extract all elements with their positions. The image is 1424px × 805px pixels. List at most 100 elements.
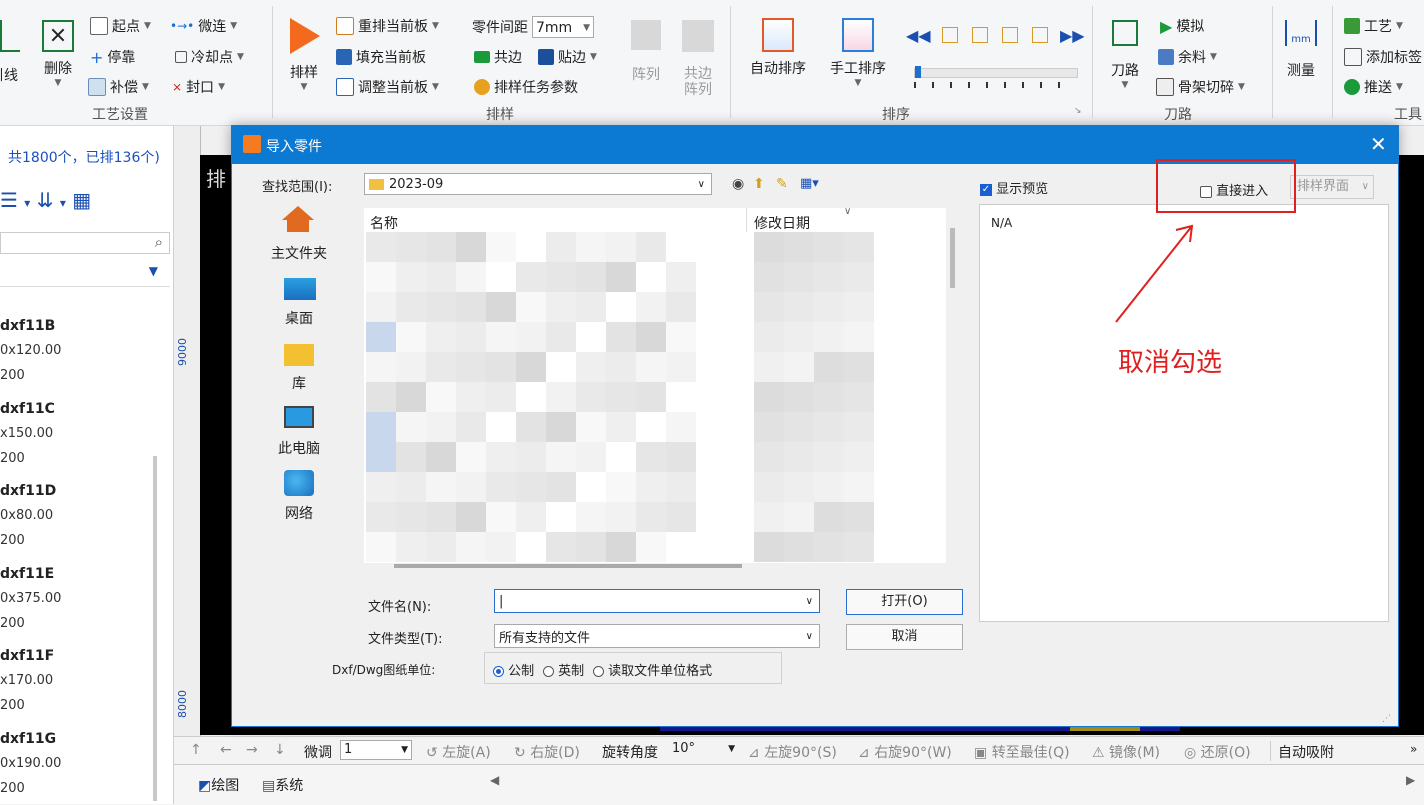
sort-list-dropdown-icon[interactable]: ▾	[24, 196, 30, 210]
measure-button[interactable]: mm 测量	[1280, 20, 1322, 80]
show-preview-checkbox[interactable]: ✓ 显示预览	[980, 178, 1048, 197]
tab-scroll-right-icon[interactable]: ▶	[1406, 773, 1415, 787]
auto-sort-button[interactable]: 自动排序	[744, 18, 812, 78]
filename-input[interactable]: | ∨	[494, 589, 820, 613]
task-params-button[interactable]: 排样任务参数	[474, 77, 578, 97]
home-icon[interactable]	[282, 206, 316, 240]
resize-grip-icon[interactable]: ⋰	[1382, 714, 1391, 724]
stick-edge-button[interactable]: 贴边 ▼	[538, 47, 597, 67]
seal-button[interactable]: ⨯ 封口 ▼	[172, 77, 225, 97]
simulate-button[interactable]: ▶ 模拟	[1160, 16, 1204, 36]
sort-slider-thumb[interactable]	[915, 66, 921, 78]
left-rotate-90-button[interactable]: ⊿ 左旋90°(S)	[748, 742, 837, 762]
network-icon[interactable]	[284, 470, 314, 496]
filetype-select[interactable]: 所有支持的文件 ∨	[494, 624, 820, 648]
move-right-icon[interactable]: →	[246, 742, 258, 758]
lead-line-button[interactable]: 引线	[0, 20, 22, 84]
sort-last-icon[interactable]: ▶▶	[1060, 26, 1085, 45]
push-button[interactable]: 推送 ▼	[1344, 77, 1403, 97]
tab-scroll-left-icon[interactable]: ◀	[490, 773, 499, 787]
desktop-icon[interactable]	[284, 278, 316, 300]
view-menu-icon[interactable]: ▦▾	[800, 176, 819, 191]
common-edge-array-button[interactable]: 共边 阵列	[678, 20, 718, 98]
place-desktop[interactable]: 桌面	[249, 308, 349, 328]
target-view-select[interactable]: 排样界面 ∨	[1290, 175, 1374, 199]
sort-move-down-icon[interactable]	[1002, 27, 1018, 43]
add-label-button[interactable]: 添加标签	[1344, 47, 1422, 67]
array-label: 阵列	[632, 67, 660, 83]
sort-prev-icon[interactable]	[942, 27, 958, 43]
adjust-current-button[interactable]: 调整当前板 ▼	[336, 77, 439, 97]
skeleton-cut-button[interactable]: 骨架切碎 ▼	[1156, 77, 1245, 97]
tab-system[interactable]: ▤系统	[262, 775, 303, 795]
part-filter-select[interactable]: ▼	[0, 262, 170, 286]
file-list-h-scrollbar[interactable]	[394, 564, 742, 568]
chevron-down-icon[interactable]: ▼	[149, 264, 158, 278]
compensation-button[interactable]: 补偿 ▼	[88, 77, 149, 97]
order-list-dropdown-icon[interactable]: ▾	[60, 196, 66, 210]
unit-imperial-radio[interactable]: 英制	[543, 660, 584, 679]
sort-next-icon[interactable]	[1032, 27, 1048, 43]
lookin-select[interactable]: 2023-09 ∨	[364, 173, 712, 195]
close-icon[interactable]: ✕	[1370, 132, 1387, 156]
to-best-button[interactable]: ▣ 转至最佳(Q)	[974, 742, 1070, 762]
craft-button[interactable]: 工艺 ▼	[1344, 16, 1403, 36]
part-spacing-select[interactable]: 7mm ▼	[532, 16, 594, 38]
array-button[interactable]: 阵列	[626, 20, 666, 84]
part-search-input[interactable]: ⌕	[0, 232, 170, 254]
place-this-pc[interactable]: 此电脑	[249, 438, 349, 458]
place-library[interactable]: 库	[249, 373, 349, 393]
up-folder-icon[interactable]: ⬆	[753, 176, 765, 192]
move-up-icon[interactable]: ↑	[190, 742, 202, 758]
cooling-point-button[interactable]: 冷却点 ▼	[175, 47, 244, 67]
move-left-icon[interactable]: ←	[220, 742, 232, 758]
file-list-scrollbar[interactable]	[950, 228, 955, 288]
common-edge-button[interactable]: 共边	[474, 47, 522, 67]
auto-snap-toggle[interactable]: 自动吸附	[1278, 742, 1334, 762]
sort-first-icon[interactable]: ◀◀	[906, 26, 931, 45]
tool-path-button[interactable]: 刀路 ▼	[1104, 20, 1146, 90]
column-modified-header[interactable]: 修改日期	[754, 213, 810, 233]
this-pc-icon[interactable]	[284, 406, 314, 428]
unit-read-radio[interactable]: 读取文件单位格式	[593, 660, 712, 679]
search-icon[interactable]: ⌕	[155, 233, 163, 251]
sort-dialog-launcher-icon[interactable]: ↘	[1074, 106, 1082, 116]
sort-list-icon[interactable]: ☰	[0, 188, 18, 212]
manual-sort-button[interactable]: 手工排序 ▼	[824, 18, 892, 88]
toolbar-overflow-icon[interactable]: »	[1410, 742, 1417, 756]
restore-button[interactable]: ◎ 还原(O)	[1184, 742, 1251, 762]
new-folder-icon[interactable]: ✎	[776, 176, 788, 192]
mirror-button[interactable]: ⚠ 镜像(M)	[1092, 742, 1160, 762]
rotate-left-button[interactable]: ↺ 左旋(A)	[426, 742, 491, 762]
micro-connect-button[interactable]: •→• 微连 ▼	[170, 16, 237, 36]
library-icon[interactable]	[284, 344, 314, 366]
nest-button[interactable]: 排样 ▼	[282, 18, 326, 92]
tab-drawing[interactable]: ◩绘图	[198, 775, 239, 795]
cancel-button[interactable]: 取消	[846, 624, 963, 650]
rotate-angle-select[interactable]: 10° ▼	[668, 740, 738, 760]
common-edge-icon	[474, 51, 490, 63]
fill-current-button[interactable]: 填充当前板	[336, 47, 426, 67]
fine-adjust-select[interactable]: 1 ▼	[340, 740, 412, 760]
start-point-button[interactable]: 起点 ▼	[90, 16, 151, 36]
stop-point-button[interactable]: + 停靠	[90, 47, 135, 67]
remnant-button[interactable]: 余料 ▼	[1158, 47, 1217, 67]
move-down-icon[interactable]: ↓	[274, 742, 286, 758]
right-rotate-90-button[interactable]: ⊿ 右旋90°(W)	[858, 742, 952, 762]
place-network[interactable]: 网络	[249, 503, 349, 523]
rotate-right-button[interactable]: ↻ 右旋(D)	[514, 742, 580, 762]
open-button[interactable]: 打开(O)	[846, 589, 963, 615]
sort-move-up-icon[interactable]	[972, 27, 988, 43]
delete-button[interactable]: 删除 ▼	[36, 20, 80, 88]
part-list-scrollbar[interactable]	[153, 456, 157, 801]
renest-current-button[interactable]: 重排当前板 ▼	[336, 16, 439, 36]
table-view-icon[interactable]: ▦	[72, 188, 91, 212]
unit-metric-radio[interactable]: 公制	[493, 660, 534, 679]
back-icon[interactable]: ◉	[732, 176, 744, 192]
sort-slider[interactable]	[914, 66, 1078, 78]
order-list-icon[interactable]: ⇊	[37, 188, 54, 212]
part-name: dxf11G	[0, 730, 57, 747]
file-list[interactable]: 名称 修改日期 ∨	[364, 206, 955, 568]
column-name-header[interactable]: 名称	[370, 213, 398, 233]
place-home[interactable]: 主文件夹	[249, 243, 349, 263]
